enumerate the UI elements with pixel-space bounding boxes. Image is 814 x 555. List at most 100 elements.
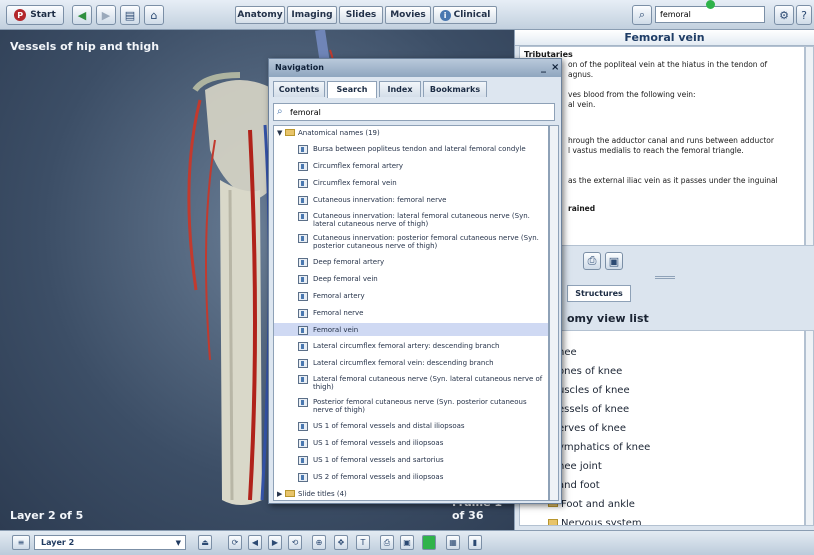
document-icon: [298, 309, 308, 318]
results-scrollbar[interactable]: [549, 125, 559, 501]
step-back-icon[interactable]: ◀: [248, 535, 262, 550]
description-scrollbar[interactable]: [805, 46, 814, 246]
desc-line: as the external iliac vein as it passes …: [568, 176, 778, 185]
help-icon[interactable]: ?: [796, 5, 812, 25]
zoom-icon[interactable]: ⊕: [312, 535, 326, 550]
desc-line: on of the popliteal vein at the hiatus i…: [568, 60, 768, 69]
document-icon: [298, 275, 308, 284]
tree-item[interactable]: ymphatics of knee: [558, 442, 650, 453]
tree-item[interactable]: and foot: [558, 480, 600, 491]
chevron-down-icon: ▼: [175, 539, 181, 547]
image-icon[interactable]: ▦: [446, 535, 460, 550]
document-icon: [298, 162, 308, 171]
list-item-selected[interactable]: Femoral vein: [274, 323, 548, 336]
print-icon[interactable]: ⎙: [583, 252, 601, 270]
tree-item[interactable]: uscles of knee: [558, 385, 630, 396]
splitter-handle[interactable]: [655, 276, 675, 279]
expand-icon: ▼: [277, 129, 283, 137]
info-icon: i: [439, 9, 451, 21]
tree-item[interactable]: nee joint: [558, 461, 602, 472]
document-icon: [298, 473, 308, 482]
document-icon: [298, 258, 308, 267]
navigation-dialog: Navigation _ × Contents Search Index Boo…: [268, 58, 562, 504]
reset-view-icon[interactable]: ⟲: [288, 535, 302, 550]
tab-imaging[interactable]: Imaging: [287, 6, 337, 24]
home-icon[interactable]: ⌂: [144, 5, 164, 25]
document-icon: [298, 439, 308, 448]
step-forward-icon[interactable]: ▶: [268, 535, 282, 550]
document-icon: [298, 145, 308, 154]
expand-icon: ▶: [277, 490, 283, 498]
search-icon[interactable]: ⌕: [632, 5, 652, 25]
desc-line: hrough the adductor canal and runs betwe…: [568, 136, 774, 145]
tab-contents[interactable]: Contents: [273, 81, 325, 97]
list-scrollbar[interactable]: [805, 330, 814, 526]
layer-counter: Layer 2 of 5: [10, 509, 84, 522]
document-icon: [298, 234, 308, 243]
book-icon[interactable]: ▤: [120, 5, 140, 25]
document-icon: [298, 456, 308, 465]
desc-line: rained: [568, 204, 596, 213]
save-icon[interactable]: ▣: [605, 252, 623, 270]
status-indicator: [706, 0, 715, 9]
search-results-list: ▼ Anatomical names (19) Bursa between po…: [273, 125, 549, 501]
dialog-header[interactable]: Navigation _ ×: [269, 59, 561, 77]
label-icon[interactable]: T: [356, 535, 370, 550]
logo-icon: P: [14, 9, 27, 21]
bars-icon[interactable]: ▮: [468, 535, 482, 550]
tree-item[interactable]: ones of knee: [558, 366, 622, 377]
rotate-icon[interactable]: ⟳: [228, 535, 242, 550]
desc-line: al vein.: [568, 100, 596, 109]
top-toolbar: P Start ◀ ▶ ▤ ⌂ Anatomy Imaging Slides M…: [0, 0, 814, 30]
document-icon: [298, 292, 308, 301]
viewport-title: Vessels of hip and thigh: [10, 40, 160, 53]
forward-icon[interactable]: ▶: [96, 5, 116, 25]
tree-item[interactable]: erves of knee: [558, 423, 626, 434]
tab-anatomy[interactable]: Anatomy: [235, 6, 285, 24]
document-icon: [298, 326, 308, 335]
folder-icon: [285, 129, 295, 136]
desc-line: l vastus medialis to reach the femoral t…: [568, 146, 744, 155]
section-heading: Tributaries: [524, 50, 573, 59]
document-icon: [298, 422, 308, 431]
document-icon: [298, 359, 308, 368]
tab-structures[interactable]: Structures: [567, 285, 631, 302]
minimize-button[interactable]: _: [541, 59, 546, 77]
color-swatch-icon[interactable]: [422, 535, 436, 550]
close-button[interactable]: ×: [551, 59, 559, 77]
pan-icon[interactable]: ✥: [334, 535, 348, 550]
document-icon: [298, 212, 308, 221]
start-button[interactable]: P Start: [6, 5, 64, 25]
desc-line: ves blood from the following vein:: [568, 90, 696, 99]
folder-icon: [548, 519, 558, 525]
tab-clinical[interactable]: i Clinical: [433, 6, 497, 24]
folder-icon: [285, 490, 295, 497]
eject-icon[interactable]: ⏏: [198, 535, 212, 550]
layers-icon[interactable]: ≡: [12, 535, 30, 550]
tab-movies[interactable]: Movies: [385, 6, 431, 24]
nav-search-box[interactable]: ⌕: [273, 103, 555, 121]
gear-icon[interactable]: ⚙: [774, 5, 794, 25]
document-icon: [298, 375, 308, 384]
print-icon[interactable]: ⎙: [380, 535, 394, 550]
desc-line: agnus.: [568, 70, 594, 79]
tab-search[interactable]: Search: [327, 81, 377, 98]
tree-item[interactable]: Nervous system: [548, 518, 642, 525]
document-icon: [298, 398, 308, 407]
dialog-title: Navigation: [275, 63, 324, 72]
tab-index[interactable]: Index: [379, 81, 421, 97]
tab-bookmarks[interactable]: Bookmarks: [423, 81, 487, 97]
save-icon[interactable]: ▣: [400, 535, 414, 550]
list-title: omy view list: [567, 312, 649, 325]
bottom-toolbar: ≡ Layer 2 ▼ ⏏ ⟳ ◀ ▶ ⟲ ⊕ ✥ T ⎙ ▣ ▦ ▮: [0, 530, 814, 555]
document-icon: [298, 179, 308, 188]
nav-search-input[interactable]: [290, 105, 552, 119]
document-icon: [298, 196, 308, 205]
search-icon: ⌕: [277, 106, 283, 117]
layer-select[interactable]: Layer 2 ▼: [34, 535, 186, 550]
tree-item[interactable]: essels of knee: [558, 404, 629, 415]
back-icon[interactable]: ◀: [72, 5, 92, 25]
start-label: Start: [30, 10, 56, 20]
tab-slides[interactable]: Slides: [339, 6, 383, 24]
panel-title: Femoral vein: [515, 30, 814, 46]
